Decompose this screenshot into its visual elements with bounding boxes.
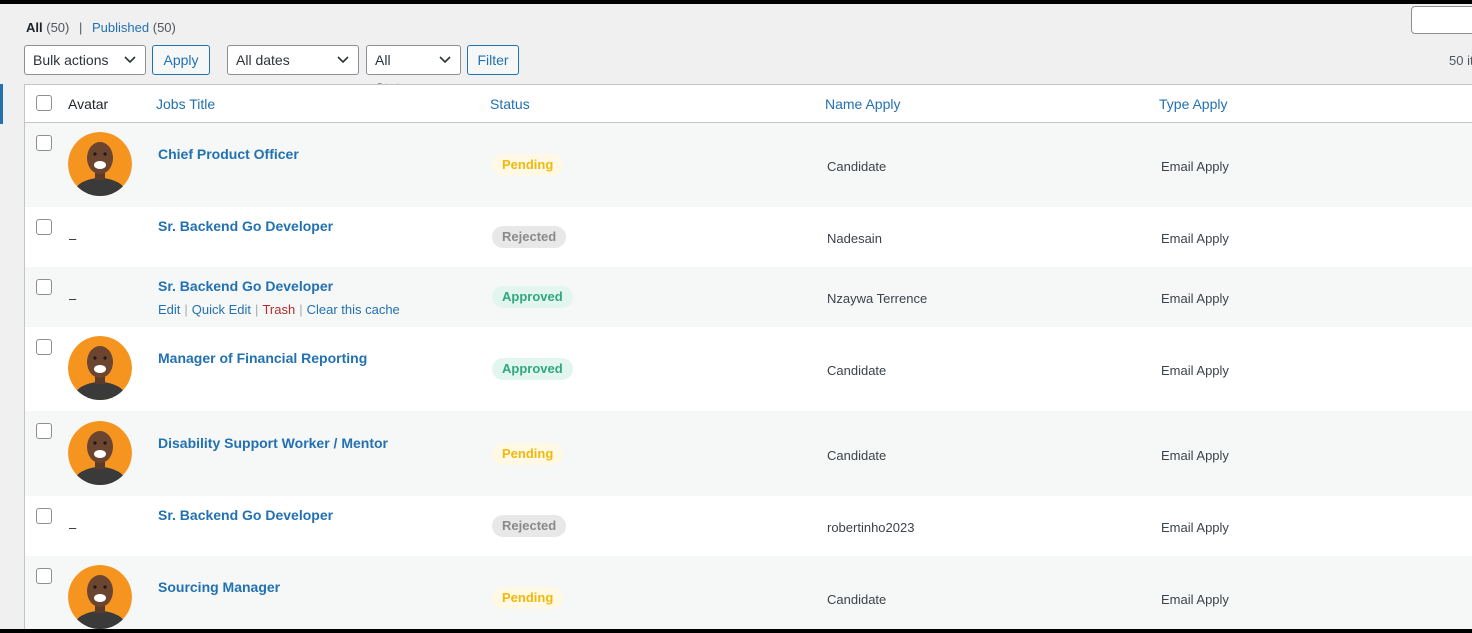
bulk-actions-select[interactable]: Bulk actions [24, 45, 146, 75]
name-apply-cell: Candidate [827, 448, 887, 463]
column-type-apply[interactable]: Type Apply [1159, 96, 1228, 112]
action-separator: | [184, 302, 188, 317]
applications-table: Avatar Jobs Title Status Name Apply Type… [24, 84, 1472, 629]
name-apply-cell: Nzaywa Terrence [827, 291, 928, 306]
search-input[interactable] [1411, 6, 1472, 34]
status-badge: Pending [492, 587, 564, 609]
action-separator: | [299, 302, 303, 317]
table-row: Disability Support Worker / Mentor Pendi… [25, 411, 1472, 496]
row-checkbox[interactable] [36, 568, 52, 584]
status-badge: Rejected [492, 515, 567, 537]
job-title-link[interactable]: Sr. Backend Go Developer [158, 218, 333, 234]
type-apply-cell: Email Apply [1161, 448, 1229, 463]
name-apply-cell: Candidate [827, 159, 887, 174]
avatar [68, 565, 132, 629]
row-checkbox[interactable] [36, 135, 52, 151]
job-title-link[interactable]: Sr. Backend Go Developer [158, 507, 333, 523]
table-row: – Sr. Backend Go Developer Edit | Quick Ed… [25, 267, 1472, 327]
clear-cache-link[interactable]: Clear this cache [307, 302, 400, 317]
avatar-placeholder: – [69, 520, 77, 535]
type-apply-cell: Email Apply [1161, 520, 1229, 535]
view-separator: | [79, 20, 83, 35]
avatar-placeholder: – [69, 291, 77, 306]
status-select[interactable]: All Status [366, 45, 461, 96]
chevron-down-icon [439, 56, 451, 64]
row-checkbox[interactable] [36, 279, 52, 295]
view-published-count: (50) [152, 20, 176, 35]
type-apply-cell: Email Apply [1161, 291, 1229, 306]
row-actions: Edit | Quick Edit | Trash | Clear this cache [158, 302, 400, 317]
status-badge: Pending [492, 443, 564, 465]
apply-button[interactable]: Apply [152, 45, 210, 75]
type-apply-cell: Email Apply [1161, 231, 1229, 246]
edit-link[interactable]: Edit [158, 302, 180, 317]
chevron-down-icon [337, 56, 349, 64]
trash-link[interactable]: Trash [262, 302, 295, 317]
name-apply-cell: Candidate [827, 363, 887, 378]
select-all-checkbox[interactable] [36, 95, 52, 111]
chevron-down-icon [124, 56, 136, 64]
status-badge: Rejected [492, 226, 567, 248]
table-row: Chief Product Officer Pending Candidate … [25, 123, 1472, 207]
table-header: Avatar Jobs Title Status Name Apply Type… [25, 85, 1472, 123]
row-checkbox[interactable] [36, 339, 52, 355]
row-checkbox[interactable] [36, 508, 52, 524]
view-published-link[interactable]: Published [92, 20, 149, 35]
quick-edit-link[interactable]: Quick Edit [192, 302, 251, 317]
filter-button[interactable]: Filter [467, 45, 519, 75]
avatar-placeholder: – [69, 231, 77, 246]
view-all-count: (50) [46, 20, 70, 35]
avatar [68, 132, 132, 196]
bulk-actions-value: Bulk actions [33, 52, 109, 68]
items-count: 50 it [1449, 53, 1472, 68]
table-row: Manager of Financial Reporting Approved … [25, 327, 1472, 411]
menu-accent-bar [0, 84, 3, 124]
column-name-apply[interactable]: Name Apply [825, 96, 900, 112]
table-row: – Sr. Backend Go Developer Rejected Nade… [25, 207, 1472, 267]
status-badge: Pending [492, 154, 564, 176]
avatar [68, 421, 132, 485]
admin-page: All (50) | Published (50) Bulk actions A… [0, 4, 1472, 629]
job-title-link[interactable]: Chief Product Officer [158, 146, 299, 162]
column-status[interactable]: Status [490, 96, 530, 112]
row-checkbox[interactable] [36, 219, 52, 235]
name-apply-cell: robertinho2023 [827, 520, 915, 535]
column-job-title[interactable]: Jobs Title [156, 96, 215, 112]
view-filter-links: All (50) | Published (50) [26, 20, 176, 35]
table-row: – Sr. Backend Go Developer Rejected robe… [25, 496, 1472, 556]
column-avatar: Avatar [68, 96, 109, 112]
type-apply-cell: Email Apply [1161, 363, 1229, 378]
job-title-link[interactable]: Sourcing Manager [158, 579, 280, 595]
status-badge: Approved [492, 358, 573, 380]
job-title-link[interactable]: Disability Support Worker / Mentor [158, 435, 388, 451]
row-checkbox[interactable] [36, 423, 52, 439]
name-apply-cell: Nadesain [827, 231, 882, 246]
status-badge: Approved [492, 286, 573, 308]
action-separator: | [255, 302, 259, 317]
dates-value: All dates [236, 52, 290, 68]
avatar [68, 336, 132, 400]
name-apply-cell: Candidate [827, 592, 887, 607]
job-title-link[interactable]: Manager of Financial Reporting [158, 350, 367, 366]
job-title-link[interactable]: Sr. Backend Go Developer [158, 278, 333, 294]
type-apply-cell: Email Apply [1161, 159, 1229, 174]
dates-select[interactable]: All dates [227, 45, 359, 75]
table-row: Sourcing Manager Pending Candidate Email… [25, 556, 1472, 629]
view-all-link[interactable]: All [26, 20, 43, 35]
type-apply-cell: Email Apply [1161, 592, 1229, 607]
